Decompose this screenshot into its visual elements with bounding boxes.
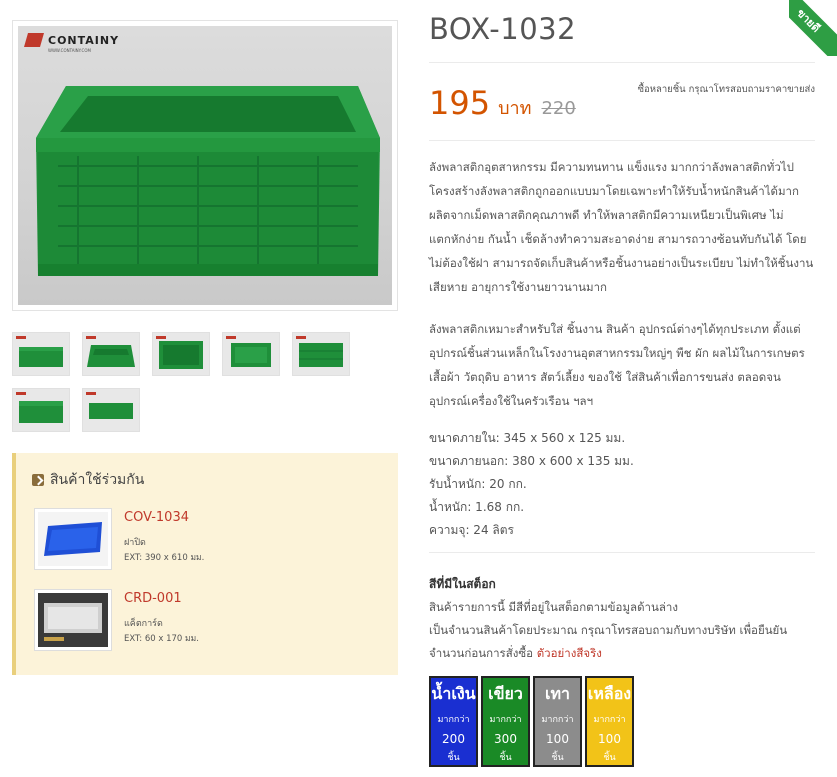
price-unit: บาท bbox=[498, 98, 532, 119]
divider bbox=[429, 140, 815, 141]
logo-icon bbox=[24, 33, 44, 47]
stock-line-1: สินค้ารายการนี้ มีสีที่อยู่ในสต็อกตามข้อ… bbox=[429, 600, 678, 614]
color-badge-yellow: เหลือง มากกว่า 100 ชิ้น bbox=[585, 676, 634, 767]
share-icon bbox=[32, 474, 44, 486]
color-badge-gray: เทา มากกว่า 100 ชิ้น bbox=[533, 676, 582, 767]
best-seller-ribbon: ขายดี bbox=[789, 0, 837, 56]
color-name: เขียว bbox=[488, 684, 523, 703]
spec-outer-size: ขนาดภายนอก: 380 x 600 x 135 มม. bbox=[429, 454, 634, 468]
related-item-name: แค็ตการ์ด bbox=[124, 619, 163, 629]
color-sample-link[interactable]: ตัวอย่างสีจริง bbox=[537, 646, 602, 660]
color-more-than: มากกว่า bbox=[437, 715, 470, 725]
color-more-than: มากกว่า bbox=[593, 715, 626, 725]
color-unit: ชิ้น bbox=[603, 753, 616, 763]
thumbnail[interactable] bbox=[12, 332, 70, 376]
color-stock-badges: น้ำเงิน มากกว่า 200 ชิ้น เขียว มากกว่า 3… bbox=[429, 676, 634, 767]
green-crate-illustration bbox=[36, 86, 380, 276]
divider bbox=[429, 62, 815, 63]
description-paragraph: ลังพลาสติกเหมาะสำหรับใส่ ชิ้นงาน สินค้า … bbox=[429, 322, 805, 408]
brand-logo: CONTAINY bbox=[24, 33, 119, 47]
spec-load: รับน้ำหนัก: 20 กก. bbox=[429, 477, 527, 491]
related-item-ext: EXT: 60 x 170 มม. bbox=[124, 634, 199, 644]
color-count: 100 bbox=[546, 732, 569, 746]
crate-side-icon bbox=[19, 401, 63, 423]
color-more-than: มากกว่า bbox=[541, 715, 574, 725]
thumbnail[interactable] bbox=[12, 388, 70, 432]
old-price: 220 bbox=[541, 98, 576, 119]
color-count: 300 bbox=[494, 732, 517, 746]
crate-top-icon bbox=[159, 341, 203, 369]
spec-list: ขนาดภายใน: 345 x 560 x 125 มม. ขนาดภายนอ… bbox=[429, 427, 634, 542]
current-price: 195 bbox=[429, 84, 491, 122]
color-badge-blue: น้ำเงิน มากกว่า 200 ชิ้น bbox=[429, 676, 478, 767]
color-count: 200 bbox=[442, 732, 465, 746]
thumbnail[interactable] bbox=[82, 332, 140, 376]
description-paragraph: ลังพลาสติกอุตสาหกรรม มีความทนทาน แข็งแรง… bbox=[429, 160, 814, 294]
thumbnail[interactable] bbox=[82, 388, 140, 432]
crate-end-icon bbox=[89, 403, 133, 419]
stock-line-2: เป็นจำนวนสินค้าโดยประมาณ กรุณาโทรสอบถามก… bbox=[429, 623, 788, 660]
thumbnail[interactable] bbox=[222, 332, 280, 376]
related-products-heading: สินค้าใช้ร่วมกัน bbox=[32, 469, 144, 491]
spec-capacity: ความจุ: 24 ลิตร bbox=[429, 523, 514, 537]
related-products-panel: สินค้าใช้ร่วมกัน COV-1034 ฝาปิด EXT: 390… bbox=[12, 453, 398, 675]
related-products-title: สินค้าใช้ร่วมกัน bbox=[50, 472, 145, 488]
color-unit: ชิ้น bbox=[499, 753, 512, 763]
related-item-name: ฝาปิด bbox=[124, 538, 146, 548]
color-more-than: มากกว่า bbox=[489, 715, 522, 725]
related-item-image[interactable] bbox=[34, 589, 112, 651]
related-item-ext: EXT: 390 x 610 มม. bbox=[124, 553, 205, 563]
color-name: เทา bbox=[545, 684, 570, 703]
crate-front-icon bbox=[19, 347, 63, 367]
spec-weight: น้ำหนัก: 1.68 กก. bbox=[429, 500, 525, 514]
related-item-code[interactable]: CRD-001 bbox=[124, 591, 182, 606]
related-item[interactable]: CRD-001 แค็ตการ์ด EXT: 60 x 170 มม. bbox=[34, 589, 384, 651]
stock-title: สีที่มีในสต็อก bbox=[429, 577, 496, 591]
related-item-image[interactable] bbox=[34, 508, 112, 570]
spec-inner-size: ขนาดภายใน: 345 x 560 x 125 มม. bbox=[429, 431, 626, 445]
blue-lid-icon bbox=[38, 512, 108, 566]
brand-name: CONTAINY bbox=[48, 33, 120, 47]
thumbnail[interactable] bbox=[292, 332, 350, 376]
stock-text: สินค้ารายการนี้ มีสีที่อยู่ในสต็อกตามข้อ… bbox=[429, 596, 819, 665]
product-photo: CONTAINY WWW.CONTAINY.COM bbox=[18, 26, 392, 305]
brand-website: WWW.CONTAINY.COM bbox=[48, 48, 91, 53]
color-name: เหลือง bbox=[587, 684, 632, 703]
thumbnail[interactable] bbox=[152, 332, 210, 376]
product-title: BOX-1032 bbox=[429, 12, 577, 46]
color-name: น้ำเงิน bbox=[431, 684, 476, 703]
color-unit: ชิ้น bbox=[447, 753, 460, 763]
ribbon-label: ขายดี bbox=[789, 0, 837, 56]
divider bbox=[429, 552, 815, 553]
crate-angle-icon bbox=[87, 345, 135, 367]
main-product-image[interactable]: CONTAINY WWW.CONTAINY.COM bbox=[12, 20, 398, 311]
crate-bottom-icon bbox=[299, 343, 343, 367]
related-item[interactable]: COV-1034 ฝาปิด EXT: 390 x 610 มม. bbox=[34, 508, 384, 570]
price-block: 195 บาท 220 bbox=[429, 84, 576, 122]
related-item-code[interactable]: COV-1034 bbox=[124, 510, 189, 525]
color-count: 100 bbox=[598, 732, 621, 746]
crate-open-icon bbox=[231, 343, 271, 367]
color-unit: ชิ้น bbox=[551, 753, 564, 763]
card-holder-icon bbox=[38, 593, 108, 647]
wholesale-note: ซื้อหลายชิ้น กรุณาโทรสอบถามราคาขายส่ง bbox=[637, 84, 815, 95]
color-badge-green: เขียว มากกว่า 300 ชิ้น bbox=[481, 676, 530, 767]
